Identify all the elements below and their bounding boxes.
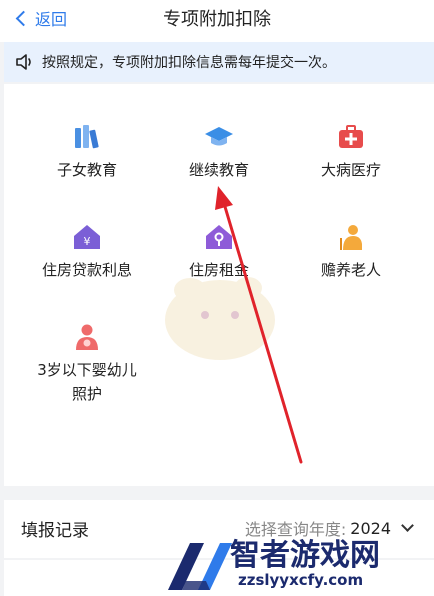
mascot-watermark-icon — [165, 277, 275, 360]
category-serious-illness-medical[interactable]: 大病医疗 — [286, 122, 416, 182]
category-children-education[interactable]: 子女教育 — [22, 122, 152, 182]
category-infant-care[interactable]: 3岁以下婴幼儿照护 — [22, 322, 152, 406]
mother-baby-icon — [76, 324, 98, 350]
page-title: 专项附加扣除 — [163, 9, 271, 30]
category-housing-loan-interest[interactable]: ¥ 住房贷款利息 — [22, 222, 152, 282]
category-label: 3岁以下婴幼儿照护 — [37, 361, 137, 403]
house-key-icon — [206, 225, 232, 249]
category-elderly-support[interactable]: 赡养老人 — [286, 222, 416, 282]
category-label: 子女教育 — [56, 161, 117, 179]
watermark-brand-text: 智者游戏网 — [230, 538, 380, 573]
records-title: 填报记录 — [21, 521, 89, 541]
notice-text: 按照规定，专项附加扣除信息需每年提交一次。 — [42, 55, 336, 71]
medical-kit-icon — [339, 125, 363, 148]
house-yuan-icon: ¥ — [74, 225, 100, 249]
books-icon — [75, 125, 99, 149]
notice-banner: 按照规定，专项附加扣除信息需每年提交一次。 — [4, 42, 434, 82]
top-nav-bar: 返回 专项附加扣除 — [0, 0, 434, 42]
category-label: 继续教育 — [188, 161, 249, 179]
category-label: 大病医疗 — [320, 161, 381, 179]
category-label: 住房贷款利息 — [41, 261, 132, 279]
watermark-url-text: zzslyyxcfy.com — [236, 571, 366, 589]
category-label: 赡养老人 — [320, 261, 381, 279]
category-continuing-education[interactable]: 继续教育 — [154, 122, 284, 182]
chevron-down-icon — [401, 518, 414, 532]
svg-text:¥: ¥ — [84, 235, 91, 248]
graduation-cap-icon — [205, 127, 233, 146]
elderly-person-icon — [340, 225, 362, 250]
speaker-icon — [16, 54, 31, 70]
